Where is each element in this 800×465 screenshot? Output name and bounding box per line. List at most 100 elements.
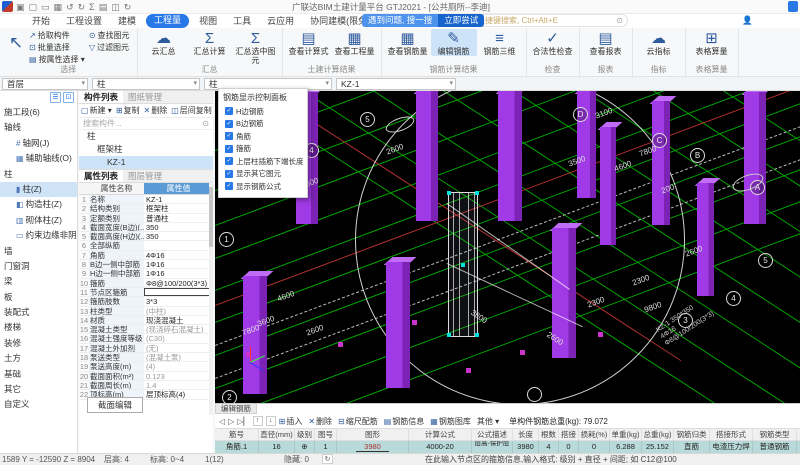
property-row-value[interactable] bbox=[144, 241, 213, 249]
ribbon-small-button-0-1-1[interactable]: ▽过滤图元 bbox=[89, 41, 130, 53]
user-account[interactable]: 👤Lynn_198712 bbox=[742, 14, 800, 27]
ribbon-button-3-2[interactable]: ≡钢筋三维 bbox=[477, 29, 523, 56]
property-row-value[interactable]: 普通柱 bbox=[144, 214, 213, 222]
ribbon-button-7-0[interactable]: ⊞表格算量 bbox=[689, 29, 735, 56]
edit-toolbar-button-4[interactable]: ▦钢筋图库 bbox=[430, 416, 471, 427]
move-row-icon-1[interactable]: ↓ bbox=[266, 416, 276, 426]
sidebar-item-1[interactable]: 轴线 bbox=[0, 120, 77, 135]
property-row-value[interactable]: (混凝土泵) bbox=[144, 353, 213, 361]
grip-handle[interactable] bbox=[475, 333, 479, 337]
floor-select[interactable]: 首层▾ bbox=[2, 78, 88, 90]
component-tab-1[interactable]: 图纸管理 bbox=[123, 91, 167, 103]
property-row-value[interactable]: 框架柱 bbox=[144, 204, 213, 212]
component-tree-item-1[interactable]: 框架柱 bbox=[79, 143, 213, 156]
edit-toolbar-button-1[interactable]: ✕删除 bbox=[308, 416, 332, 427]
move-row-icon-0[interactable]: ↑ bbox=[253, 416, 263, 426]
rebar-checkbox-6[interactable]: ✓显示钢筋公式 bbox=[219, 180, 307, 193]
ribbon-small-button-0-0-0[interactable]: ↗拾取构件 bbox=[29, 29, 85, 41]
component-search-input[interactable]: 搜索构件... ⊙ bbox=[79, 118, 213, 130]
sidebar-item-9[interactable]: 墙 bbox=[0, 244, 77, 259]
ribbon-button-1-1[interactable]: Σ汇总计算 bbox=[187, 29, 233, 56]
property-row-value[interactable]: 层顶标高(4) bbox=[144, 390, 213, 398]
sidebar-item-4[interactable]: 柱 bbox=[0, 167, 77, 182]
ribbon-small-button-0-0-1[interactable]: ⊡批量选择 bbox=[29, 41, 85, 53]
status-tool-icon-6[interactable]: ↻ bbox=[322, 454, 333, 464]
menu-tab-2[interactable]: 建模 bbox=[110, 14, 144, 28]
section-edit-button[interactable]: 截面编辑 bbox=[87, 397, 143, 413]
property-row-value[interactable]: (中柱) bbox=[144, 307, 213, 315]
help-try-button[interactable]: 立即尝试 bbox=[438, 14, 484, 27]
concrete-column-6[interactable] bbox=[744, 92, 766, 224]
column-header-6[interactable]: 公式描述 bbox=[472, 429, 513, 440]
menu-tab-1[interactable]: 工程设置 bbox=[58, 14, 110, 28]
sidebar-item-11[interactable]: 梁 bbox=[0, 274, 77, 289]
rebar-checkbox-4[interactable]: ✓上层柱插筋下端长度 bbox=[219, 155, 307, 168]
ribbon-button-6-0[interactable]: ☁云指标 bbox=[636, 29, 682, 56]
property-tab-0[interactable]: 属性列表 bbox=[79, 170, 123, 182]
component-toolbar-button-1[interactable]: ⊞复制 bbox=[116, 105, 140, 116]
grip-handle[interactable] bbox=[447, 191, 451, 195]
property-row-value[interactable]: 0.123 bbox=[144, 372, 213, 380]
column-header-2[interactable]: 级别 bbox=[295, 429, 315, 440]
nav-icon-2[interactable]: ▷▏ bbox=[237, 417, 249, 426]
column-header-13[interactable]: 钢筋归类 bbox=[674, 429, 710, 440]
rebar-checkbox-0[interactable]: ✓H边钢筋 bbox=[219, 105, 307, 118]
property-row-value[interactable]: 1Φ16 bbox=[144, 260, 213, 268]
component-toolbar-button-2[interactable]: ✕删除 bbox=[144, 105, 168, 116]
nav-icon-0[interactable]: ◁ bbox=[219, 417, 225, 426]
sidebar-item-15[interactable]: 装修 bbox=[0, 336, 77, 351]
sidebar-item-5[interactable]: ▮柱(Z) bbox=[0, 182, 77, 197]
property-row-value[interactable]: 现浇混凝土 bbox=[144, 316, 213, 324]
grid-view-icon[interactable]: ⊡ bbox=[63, 92, 74, 103]
component-toolbar-button-3[interactable]: ◫层间复制 bbox=[171, 105, 212, 116]
select-cursor-icon[interactable]: ↖ bbox=[3, 29, 29, 53]
property-row-value[interactable]: KZ-1 bbox=[144, 195, 213, 203]
concrete-column-2[interactable] bbox=[498, 91, 522, 221]
edit-rebar-tab[interactable]: 编辑钢筋 bbox=[215, 404, 257, 414]
list-view-icon[interactable]: ☰ bbox=[50, 92, 61, 103]
grip-handle[interactable] bbox=[475, 191, 479, 195]
edit-toolbar-button-5[interactable]: 其他 ▾ bbox=[477, 416, 499, 427]
property-row-value[interactable]: (无) bbox=[144, 344, 213, 352]
column-header-7[interactable]: 长度 bbox=[513, 429, 539, 440]
property-row-value[interactable]: 350 bbox=[144, 223, 213, 231]
menu-tab-0[interactable]: 开始 bbox=[24, 14, 58, 28]
property-scrollbar[interactable] bbox=[209, 183, 213, 415]
menu-tab-3[interactable]: 工程量 bbox=[146, 14, 189, 28]
property-row-value[interactable]: Φ8@100/200(3*3) bbox=[144, 279, 213, 287]
property-tab-1[interactable]: 图层管理 bbox=[123, 170, 167, 182]
help-pill[interactable]: 遇到问题, 搜一搜 立即尝试 bbox=[362, 14, 484, 27]
component-tab-0[interactable]: 构件列表 bbox=[79, 91, 123, 103]
edit-toolbar-button-2[interactable]: ⊟缩尺配筋 bbox=[338, 416, 378, 427]
concrete-column-10[interactable] bbox=[697, 183, 714, 296]
property-row-value[interactable]: 350 bbox=[144, 232, 213, 240]
sidebar-item-10[interactable]: 门窗洞 bbox=[0, 259, 77, 274]
column-header-8[interactable]: 根数 bbox=[539, 429, 559, 440]
sidebar-item-18[interactable]: 其它 bbox=[0, 382, 77, 397]
column-header-0[interactable]: 筋号 bbox=[215, 429, 259, 440]
sidebar-item-17[interactable]: 基础 bbox=[0, 367, 77, 382]
column-header-1[interactable]: 直径(mm) bbox=[259, 429, 295, 440]
sidebar-item-13[interactable]: 装配式 bbox=[0, 305, 77, 320]
ribbon-small-button-0-0-2[interactable]: ▤按属性选择 ▾ bbox=[29, 53, 85, 65]
sidebar-item-3[interactable]: ▦辅助轴线(O) bbox=[0, 151, 77, 166]
column-header-9[interactable]: 搭接 bbox=[559, 429, 579, 440]
category-select[interactable]: 柱▾ bbox=[92, 78, 200, 90]
concrete-column-4[interactable] bbox=[600, 127, 616, 245]
ribbon-button-2-0[interactable]: ▤查看计算式 bbox=[286, 29, 332, 56]
property-row-value[interactable]: (4) bbox=[144, 362, 213, 370]
rebar-checkbox-2[interactable]: ✓角筋 bbox=[219, 130, 307, 143]
menu-tab-5[interactable]: 工具 bbox=[225, 14, 259, 28]
component-name-select[interactable]: KZ-1▾ bbox=[336, 78, 456, 90]
grip-handle[interactable] bbox=[447, 333, 451, 337]
menu-tab-4[interactable]: 视图 bbox=[191, 14, 225, 28]
column-header-15[interactable]: 钢筋类型 bbox=[753, 429, 797, 440]
concrete-column-8[interactable] bbox=[386, 262, 410, 388]
sidebar-item-12[interactable]: 板 bbox=[0, 290, 77, 305]
sidebar-item-2[interactable]: #轴网(J) bbox=[0, 136, 77, 151]
ribbon-button-3-0[interactable]: ▦查看钢筋量 bbox=[385, 29, 431, 56]
sidebar-item-8[interactable]: ▭约束边缘非阴影区(Z) bbox=[0, 228, 77, 243]
sidebar-item-7[interactable]: ▥砌体柱(Z) bbox=[0, 213, 77, 228]
ribbon-button-1-0[interactable]: ☁云汇总 bbox=[141, 29, 187, 56]
edit-toolbar-button-0[interactable]: ⊞插入 bbox=[279, 416, 303, 427]
